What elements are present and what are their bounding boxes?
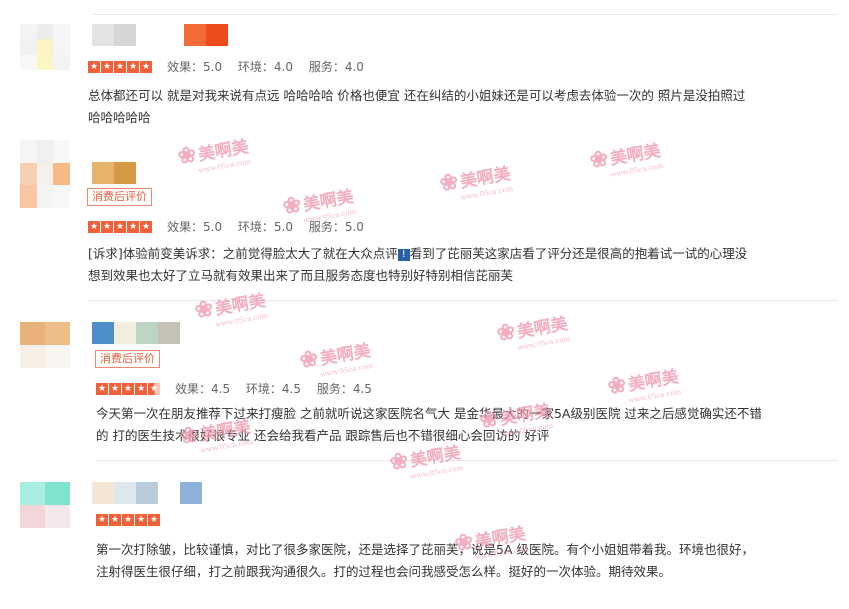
star-icon: ★ bbox=[96, 382, 108, 395]
rating-row: ★ ★ ★ ★ ★ bbox=[96, 514, 175, 526]
star-icon: ★ bbox=[96, 514, 108, 526]
star-icon: ★ bbox=[88, 60, 100, 73]
watermark-logo: ❀美啊美 www.05ca.com bbox=[587, 140, 664, 179]
watermark-logo: ❀美啊美 www.05ca.com bbox=[297, 340, 374, 379]
star-icon: ★ bbox=[140, 60, 152, 73]
star-icon: ★ bbox=[127, 60, 139, 73]
star-icon: ★ bbox=[135, 382, 147, 395]
rating-row: ★ ★ ★ ★ ★ 效果：4.5 环境：4.5 服务：4.5 bbox=[96, 380, 384, 397]
score-effect: 效果：5.0 bbox=[167, 220, 223, 234]
star-icon: ★ bbox=[109, 382, 121, 395]
review-text-line: 总体都还可以 就是对我来说有点远 哈哈哈哈 价格也便宜 还在纠结的小姐妹还是可以… bbox=[88, 88, 746, 103]
review-text-line: 想到效果也太好了立马就有效果出来了而且服务态度也特别好特别相信芘丽芙 bbox=[88, 268, 514, 283]
star-icon: ★ bbox=[148, 514, 160, 526]
star-icon: ★ bbox=[122, 382, 134, 395]
review-text: 总体都还可以 就是对我来说有点远 哈哈哈哈 价格也便宜 还在纠结的小姐妹还是可以… bbox=[88, 85, 833, 129]
avatar[interactable] bbox=[20, 24, 70, 70]
watermark-logo: ❀美啊美 www.05ca.com bbox=[175, 136, 252, 175]
star-icon: ★ bbox=[88, 220, 100, 233]
watermark-logo: ❀美啊美 www.05ca.com bbox=[494, 313, 571, 352]
star-icon: ★ bbox=[101, 60, 113, 73]
star-icon: ★ bbox=[109, 514, 121, 526]
star-rating: ★ ★ ★ ★ ★ bbox=[88, 60, 153, 73]
star-icon: ★ bbox=[140, 220, 152, 233]
star-icon: ★ bbox=[127, 220, 139, 233]
star-icon: ★ bbox=[114, 60, 126, 73]
rating-row: ★ ★ ★ ★ ★ 效果：5.0 环境：5.0 服务：5.0 bbox=[88, 218, 376, 235]
consumed-review-badge: 消费后评价 bbox=[87, 188, 152, 206]
score-service: 服务：4.0 bbox=[308, 60, 364, 74]
score-effect: 效果：4.5 bbox=[175, 382, 231, 396]
star-rating: ★ ★ ★ ★ ★ bbox=[88, 220, 153, 233]
watermark-logo: ❀美啊美 www.05ca.com bbox=[192, 290, 269, 329]
watermark-logo: ❀美啊美 www.05ca.com bbox=[605, 366, 682, 405]
avatar[interactable] bbox=[20, 482, 70, 528]
avatar[interactable] bbox=[20, 322, 70, 368]
star-icon: ★ bbox=[122, 514, 134, 526]
username[interactable] bbox=[92, 482, 202, 504]
half-star-icon: ★ bbox=[148, 382, 160, 395]
review-text-line: 注射得医生很仔细，打之前跟我沟通很久。打的过程也会问我感受怎么样。挺好的一次体验… bbox=[96, 564, 672, 579]
review-text-line: [诉求]体验前变美诉求：之前觉得脸太大了就在大众点评! 看到了芘丽芙这家店看了评分… bbox=[88, 246, 748, 261]
username[interactable] bbox=[92, 162, 136, 184]
score-service: 服务：4.5 bbox=[316, 382, 372, 396]
consumed-review-badge: 消费后评价 bbox=[95, 350, 160, 368]
divider bbox=[96, 460, 838, 461]
score-env: 环境：4.5 bbox=[245, 382, 302, 396]
score-effect: 效果：5.0 bbox=[167, 60, 223, 74]
review-text-line: 哈哈哈哈哈 bbox=[88, 110, 151, 125]
star-icon: ★ bbox=[114, 220, 126, 233]
star-icon: ★ bbox=[135, 514, 147, 526]
username[interactable] bbox=[92, 322, 180, 344]
review-text: [诉求]体验前变美诉求：之前觉得脸太大了就在大众点评! 看到了芘丽芙这家店看了评分… bbox=[88, 243, 838, 287]
score-env: 环境：4.0 bbox=[237, 60, 294, 74]
star-rating: ★ ★ ★ ★ ★ bbox=[96, 382, 161, 395]
watermark-logo: ❀美啊美 www.05ca.com bbox=[437, 163, 514, 202]
flag-icon: ! bbox=[397, 248, 410, 261]
rating-row: ★ ★ ★ ★ ★ 效果：5.0 环境：4.0 服务：4.0 bbox=[88, 58, 376, 75]
avatar[interactable] bbox=[20, 140, 70, 208]
divider bbox=[92, 14, 837, 15]
username[interactable] bbox=[92, 24, 228, 46]
star-icon: ★ bbox=[101, 220, 113, 233]
star-rating: ★ ★ ★ ★ ★ bbox=[96, 514, 161, 526]
